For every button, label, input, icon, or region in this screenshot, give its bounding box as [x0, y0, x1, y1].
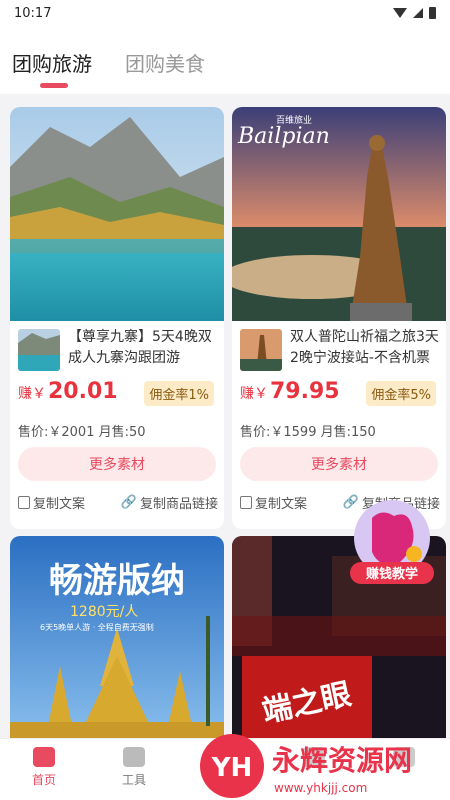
- svg-text:YH: YH: [211, 753, 253, 783]
- watermark-url: www.yhkjjj.com: [274, 781, 367, 795]
- status-time: 10:17: [14, 5, 52, 21]
- photo-subtitle: 6天5晚单人游 · 全程自费无强制: [40, 622, 154, 632]
- card-actions: 复制文案 🔗 复制商品链接: [18, 493, 218, 512]
- tab-group-food[interactable]: 团购美食: [125, 48, 205, 77]
- product-feed[interactable]: 【尊享九寨】5天4晚双成人九寨沟跟团游 赚￥ 20.01 佣金率1% 售价:￥2…: [0, 94, 450, 738]
- product-title[interactable]: 【尊享九寨】5天4晚双成人九寨沟跟团游: [68, 327, 218, 369]
- category-header: 团购旅游 团购美食: [0, 26, 450, 94]
- price-and-sales: 售价:￥2001 月售:50: [18, 425, 146, 440]
- product-thumbnail: [240, 329, 282, 371]
- wifi-icon: [393, 8, 407, 18]
- nav-tools-label: 工具: [121, 773, 146, 787]
- photo-brand-text: Bailpian: [237, 124, 330, 149]
- product-card[interactable]: Bailpian 百维旅业 双人普陀山祈福之旅3天2晚宁波接站-不含机票 赚￥ …: [232, 107, 446, 529]
- earn-label: 赚￥: [240, 386, 268, 402]
- copy-icon: [18, 496, 30, 509]
- copy-text-button[interactable]: 复制文案: [18, 493, 85, 512]
- copy-text-label: 复制文案: [33, 497, 86, 512]
- watermark-brand: 永辉资源网: [272, 744, 412, 777]
- copy-link-button[interactable]: 🔗 复制商品链接: [121, 493, 218, 512]
- more-materials-button[interactable]: 更多素材: [240, 447, 438, 481]
- active-tab-indicator: [40, 83, 68, 88]
- earn-tutorial-badge[interactable]: 赚钱教学: [344, 494, 440, 590]
- nav-home-label: 首页: [31, 773, 56, 787]
- product-card[interactable]: 【尊享九寨】5天4晚双成人九寨沟跟团游 赚￥ 20.01 佣金率1% 售价:￥2…: [10, 107, 224, 529]
- status-bar: 10:17: [0, 0, 450, 26]
- money-hand-icon: 赚钱教学: [350, 500, 434, 584]
- price-and-sales: 售价:￥1599 月售:150: [240, 425, 376, 440]
- copy-icon: [240, 496, 252, 509]
- battery-icon: [429, 7, 436, 19]
- earn-amount: 赚￥ 79.95: [240, 379, 340, 404]
- putuo-statue-image: Bailpian 百维旅业: [232, 107, 446, 321]
- copy-text-label: 复制文案: [255, 497, 308, 512]
- jiuzhai-lake-image: [10, 107, 224, 321]
- copy-link-label: 复制商品链接: [139, 497, 218, 512]
- earn-amount: 赚￥ 20.01: [18, 379, 118, 404]
- signal-icon: [413, 8, 423, 18]
- photo-price-text: 1280元/人: [70, 604, 138, 620]
- photo-brand-cn: 百维旅业: [276, 114, 312, 126]
- earn-value: 20.01: [48, 379, 118, 404]
- product-photo[interactable]: [10, 107, 224, 321]
- status-icons: [393, 7, 436, 19]
- commission-badge: 佣金率1%: [144, 381, 214, 406]
- site-watermark: YH 永辉资源网 www.yhkjjj.com: [190, 720, 450, 800]
- link-icon: 🔗: [120, 495, 137, 510]
- banna-temple-image: 畅游版纳 1280元/人 6天5晚单人游 · 全程自费无强制: [10, 536, 224, 738]
- product-card[interactable]: 畅游版纳 1280元/人 6天5晚单人游 · 全程自费无强制: [10, 536, 224, 738]
- nav-home[interactable]: 首页: [14, 747, 74, 788]
- earn-label: 赚￥: [18, 386, 46, 402]
- more-materials-button[interactable]: 更多素材: [18, 447, 216, 481]
- promo-label: 赚钱教学: [365, 566, 418, 582]
- product-photo[interactable]: Bailpian 百维旅业: [232, 107, 446, 321]
- product-info: 【尊享九寨】5天4晚双成人九寨沟跟团游 赚￥ 20.01 佣金率1% 售价:￥2…: [10, 321, 224, 529]
- home-icon: [33, 747, 55, 767]
- earn-value: 79.95: [270, 379, 340, 404]
- tab-group-travel[interactable]: 团购旅游: [12, 48, 92, 77]
- product-title[interactable]: 双人普陀山祈福之旅3天2晚宁波接站-不含机票: [290, 327, 440, 369]
- product-thumbnail: [18, 329, 60, 371]
- commission-badge: 佣金率5%: [366, 381, 436, 406]
- product-photo[interactable]: 畅游版纳 1280元/人 6天5晚单人游 · 全程自费无强制: [10, 536, 224, 738]
- cube-icon: [123, 747, 145, 767]
- nav-tools[interactable]: 工具: [104, 747, 164, 788]
- photo-title: 畅游版纳: [49, 561, 185, 601]
- copy-text-button[interactable]: 复制文案: [240, 493, 307, 512]
